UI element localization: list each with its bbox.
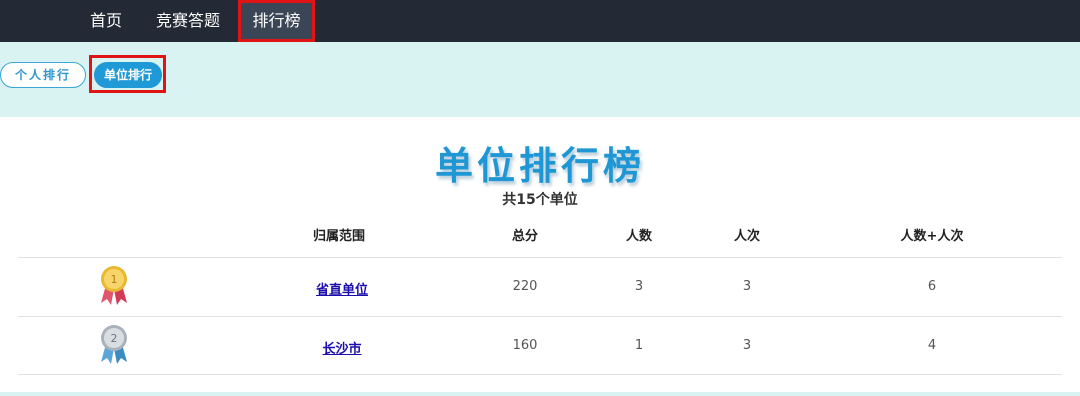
tab-personal-ranking[interactable]: 个人排行	[0, 62, 86, 88]
table-divider	[18, 374, 1062, 375]
col-header-score: 总分	[511, 229, 539, 244]
cell-people: 3	[634, 279, 644, 294]
gold-medal-icon: 1	[101, 266, 127, 305]
col-header-sum: 人数+人次	[900, 229, 964, 244]
silver-medal-icon: 2	[101, 325, 127, 364]
svg-text:1: 1	[111, 273, 118, 286]
tab-unit-ranking[interactable]: 单位排行	[94, 62, 162, 88]
cell-score: 160	[512, 338, 538, 353]
cell-sum: 6	[927, 279, 937, 294]
table-divider	[18, 257, 1062, 258]
col-header-people: 人数	[625, 229, 653, 244]
cell-people: 1	[634, 338, 644, 353]
cell-score: 220	[512, 279, 538, 294]
nav-quiz[interactable]: 竞赛答题	[156, 0, 220, 42]
cell-times: 3	[742, 338, 752, 353]
footer-band	[0, 392, 1080, 396]
cell-times: 3	[742, 279, 752, 294]
nav-ranking[interactable]: 排行榜	[238, 0, 315, 42]
nav-home[interactable]: 首页	[90, 0, 122, 42]
svg-text:2: 2	[111, 332, 118, 345]
unit-link-scope[interactable]: 长沙市	[322, 338, 361, 357]
table-divider	[18, 316, 1062, 317]
ranking-tabs-bar: 个人排行 单位排行	[0, 42, 1080, 117]
col-header-scope: 归属范围	[312, 229, 366, 244]
col-header-times: 人次	[733, 229, 761, 244]
top-nav: 首页 竞赛答题 排行榜	[0, 0, 1080, 42]
cell-sum: 4	[927, 338, 937, 353]
unit-link-scope[interactable]: 省直单位	[316, 279, 368, 298]
unit-count: 共15个单位	[502, 192, 578, 208]
page-title: 单位排行榜	[434, 144, 645, 188]
